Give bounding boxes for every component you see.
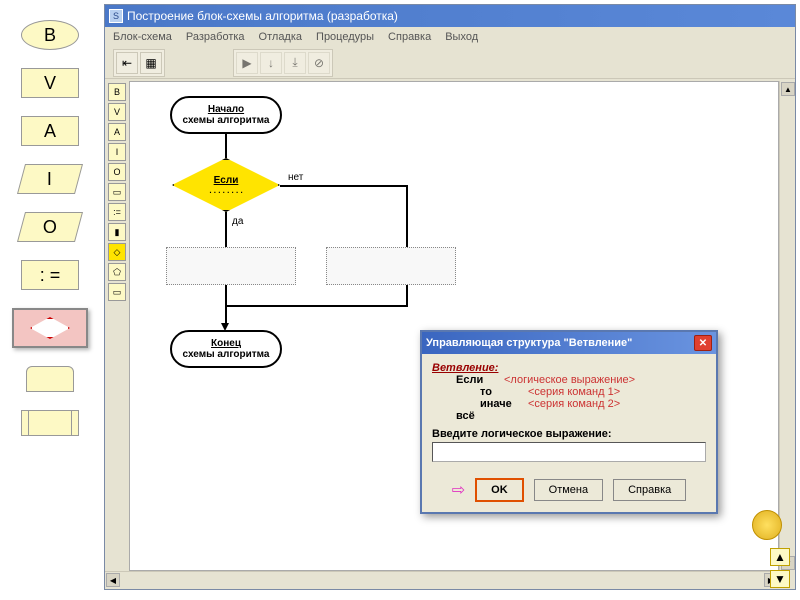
dialog-body: Ветвление: Если<логическое выражение> то…	[422, 354, 716, 470]
nav-up-button[interactable]: ▲	[770, 548, 790, 566]
shape-sidebar: B V A I O : =	[0, 0, 100, 600]
diamond-icon	[30, 317, 70, 339]
decision-node[interactable]: Если . . . . . . . .	[172, 158, 280, 212]
then-placeholder[interactable]	[166, 247, 296, 285]
horizontal-scrollbar[interactable]: ◀ ▶	[105, 571, 779, 589]
dialog-title-bar[interactable]: Управляющая структура "Ветвление" ✕	[422, 332, 716, 354]
menu-procedures[interactable]: Процедуры	[316, 31, 374, 43]
shape-terminator-button[interactable]: B	[21, 20, 79, 50]
ph-cond: <логическое выражение>	[504, 374, 635, 386]
input-label: Введите логическое выражение:	[432, 428, 706, 440]
kw-all: всё	[456, 410, 504, 422]
expression-input[interactable]	[432, 442, 706, 462]
tool-view-button[interactable]: ▦	[140, 52, 162, 74]
palette-btn[interactable]: O	[108, 163, 126, 181]
dialog-title: Управляющая структура "Ветвление"	[426, 337, 632, 349]
window-title: Построение блок-схемы алгоритма (разрабо…	[127, 9, 398, 23]
kw-if: Если	[456, 374, 504, 386]
connector	[406, 285, 408, 305]
connector	[225, 134, 227, 158]
connector	[225, 305, 408, 307]
cancel-button[interactable]: Отмена	[534, 479, 603, 501]
palette-btn[interactable]: :=	[108, 203, 126, 221]
connector	[225, 305, 227, 325]
scroll-left-button[interactable]: ◀	[106, 573, 120, 587]
tool-play-button[interactable]: ▶	[236, 52, 258, 74]
shape-label: V	[44, 73, 56, 94]
branching-dialog: Управляющая структура "Ветвление" ✕ Ветв…	[420, 330, 718, 514]
close-button[interactable]: ✕	[694, 335, 712, 351]
shape-predefined-button[interactable]	[21, 410, 79, 436]
shape-label: A	[44, 121, 56, 142]
scroll-up-button[interactable]: ▲	[781, 82, 795, 96]
end-subtitle: схемы алгоритма	[183, 349, 270, 360]
start-title: Начало	[208, 104, 244, 115]
tool-group-run: ▶ ↓ ⤓ ⊘	[233, 49, 333, 77]
end-node[interactable]: Конец схемы алгоритма	[170, 330, 282, 368]
decision-dots: . . . . . . . .	[209, 186, 242, 195]
smiley-icon	[752, 510, 782, 540]
shape-input-button[interactable]: I	[17, 164, 83, 194]
kw-else: иначе	[480, 398, 528, 410]
vertical-scrollbar[interactable]: ▲ ▼	[779, 81, 795, 571]
palette-btn[interactable]: V	[108, 103, 126, 121]
help-button[interactable]: Справка	[613, 479, 686, 501]
tool-stepdown-button[interactable]: ↓	[260, 52, 282, 74]
ok-button[interactable]: OK	[475, 478, 524, 502]
shape-process-a-button[interactable]: A	[21, 116, 79, 146]
shape-label: B	[44, 25, 56, 46]
dialog-heading: Ветвление:	[432, 362, 706, 374]
menu-blockscheme[interactable]: Блок-схема	[113, 31, 172, 43]
connector	[280, 185, 408, 187]
menu-exit[interactable]: Выход	[445, 31, 478, 43]
inner-palette: B V A I O ▭ := ▮ ◇ ⬠ ▭	[107, 81, 127, 303]
start-subtitle: схемы алгоритма	[183, 115, 270, 126]
else-placeholder[interactable]	[326, 247, 456, 285]
connector	[225, 212, 227, 247]
palette-btn[interactable]: ⬠	[108, 263, 126, 281]
app-icon: S	[109, 9, 123, 23]
palette-btn[interactable]: ▭	[108, 183, 126, 201]
tool-stepinto-button[interactable]: ⤓	[284, 52, 306, 74]
menu-help[interactable]: Справка	[388, 31, 431, 43]
kw-then: то	[480, 386, 528, 398]
hint-arrow-icon: ⇨	[452, 480, 465, 500]
shape-process-v-button[interactable]: V	[21, 68, 79, 98]
palette-btn[interactable]: ▮	[108, 223, 126, 241]
shape-display-button[interactable]	[26, 366, 74, 392]
shape-assign-button[interactable]: : =	[21, 260, 79, 290]
ph-else: <серия команд 2>	[528, 398, 620, 410]
menu-debug[interactable]: Отладка	[259, 31, 302, 43]
toolbar: ⇤ ▦ ▶ ↓ ⤓ ⊘	[105, 47, 795, 79]
palette-decision-btn[interactable]: ◇	[108, 243, 126, 261]
dialog-buttons: ⇨ OK Отмена Справка	[422, 470, 716, 512]
palette-btn[interactable]: I	[108, 143, 126, 161]
tool-insert-button[interactable]: ⇤	[116, 52, 138, 74]
shape-label: : =	[40, 265, 61, 286]
nav-down-button[interactable]: ▼	[770, 570, 790, 588]
shape-decision-button-selected[interactable]	[12, 308, 88, 348]
ph-then: <серия команд 1>	[528, 386, 620, 398]
palette-btn[interactable]: B	[108, 83, 126, 101]
palette-btn[interactable]: A	[108, 123, 126, 141]
tool-stop-button[interactable]: ⊘	[308, 52, 330, 74]
connector	[406, 185, 408, 247]
palette-btn[interactable]: ▭	[108, 283, 126, 301]
menu-development[interactable]: Разработка	[186, 31, 245, 43]
shape-output-button[interactable]: O	[17, 212, 83, 242]
menu-bar: Блок-схема Разработка Отладка Процедуры …	[105, 27, 795, 47]
shape-label: I	[47, 169, 52, 190]
no-label: нет	[288, 172, 303, 183]
end-title: Конец	[211, 338, 241, 349]
start-node[interactable]: Начало схемы алгоритма	[170, 96, 282, 134]
yes-label: да	[232, 216, 243, 227]
shape-label: O	[43, 217, 57, 238]
title-bar: S Построение блок-схемы алгоритма (разра…	[105, 5, 795, 27]
tool-group-edit: ⇤ ▦	[113, 49, 165, 77]
decision-label: Если	[214, 175, 239, 186]
